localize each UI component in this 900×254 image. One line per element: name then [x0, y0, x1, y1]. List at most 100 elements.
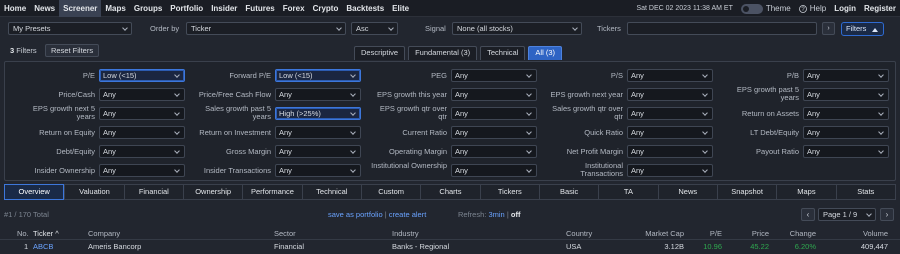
register-link[interactable]: Register: [864, 4, 896, 13]
col-sector[interactable]: Sector: [274, 229, 296, 238]
nav-elite[interactable]: Elite: [388, 0, 413, 17]
filter-select-eps-growth-past-5-years[interactable]: Any: [803, 88, 889, 101]
tickers-label: Tickers: [597, 24, 621, 33]
page-select[interactable]: Page 1 / 9: [818, 208, 876, 221]
signal-select[interactable]: None (all stocks): [452, 22, 582, 35]
col-change[interactable]: Change: [790, 229, 816, 238]
table-row[interactable]: 1 ABCB Ameris Bancorp Financial Banks - …: [0, 241, 900, 254]
save-as-portfolio-link[interactable]: save as portfolio: [328, 210, 383, 219]
results-links: save as portfolio | create alert: [328, 210, 426, 219]
filter-select-payout-ratio[interactable]: Any: [803, 145, 889, 158]
help-link[interactable]: ? Help: [798, 4, 827, 13]
nav-backtests[interactable]: Backtests: [342, 0, 388, 17]
datetime: Sat DEC 02 2023 11:38 AM ET: [636, 5, 733, 12]
view-tab-charts[interactable]: Charts: [420, 184, 480, 200]
view-tab-custom[interactable]: Custom: [360, 184, 421, 200]
filter-value: Any: [807, 71, 820, 80]
filter-select-return-on-assets[interactable]: Any: [803, 107, 889, 120]
view-tab-news[interactable]: News: [657, 184, 717, 200]
refresh-off-link[interactable]: off: [511, 210, 521, 219]
results-bar: #1 / 170 Total save as portfolio | creat…: [0, 204, 900, 224]
col-ticker[interactable]: Ticker ^: [33, 229, 59, 238]
nav-insider[interactable]: Insider: [207, 0, 241, 17]
nav-home[interactable]: Home: [0, 0, 30, 17]
view-tab-valuation[interactable]: Valuation: [64, 184, 124, 200]
filters-toggle-button[interactable]: Filters: [841, 22, 884, 36]
chevron-down-icon: [572, 25, 578, 31]
tab-descriptive[interactable]: Descriptive: [354, 46, 406, 60]
nav-maps[interactable]: Maps: [101, 0, 129, 17]
nav-groups[interactable]: Groups: [130, 0, 166, 17]
col-country[interactable]: Country: [566, 229, 592, 238]
chevron-down-icon: [388, 25, 394, 31]
cell-ticker[interactable]: ABCB: [33, 242, 53, 251]
theme-toggle[interactable]: Theme: [740, 3, 791, 14]
filter-select-lt-debt-equity[interactable]: Any: [803, 126, 889, 139]
order-by-select[interactable]: Ticker: [186, 22, 346, 35]
col-company[interactable]: Company: [88, 229, 120, 238]
filter-label-forward-p-e: Forward P/E: [229, 71, 271, 80]
chevron-down-icon: [878, 91, 884, 97]
chevron-down-icon: [878, 148, 884, 154]
cell-country[interactable]: USA: [566, 242, 581, 251]
col-volume[interactable]: Volume: [863, 229, 888, 238]
tickers-input[interactable]: [627, 22, 817, 35]
col-industry[interactable]: Industry: [392, 229, 419, 238]
filter-label-price-cash: Price/Cash: [58, 90, 95, 99]
help-label: Help: [809, 4, 827, 13]
view-tab-overview[interactable]: Overview: [4, 184, 65, 200]
presets-value: My Presets: [13, 24, 51, 33]
reset-filters-button[interactable]: Reset Filters: [45, 44, 100, 57]
filter-value: Any: [103, 166, 116, 175]
theme-switch-icon[interactable]: [740, 3, 763, 14]
nav-news[interactable]: News: [30, 0, 59, 17]
col-price[interactable]: Price: [752, 229, 769, 238]
presets-select[interactable]: My Presets: [8, 22, 132, 35]
tab-all[interactable]: All (3): [528, 46, 562, 60]
cell-company[interactable]: Ameris Bancorp: [88, 242, 141, 251]
view-tab-technical[interactable]: Technical: [301, 184, 361, 200]
create-alert-link[interactable]: create alert: [389, 210, 427, 219]
filter-select-p-b[interactable]: Any: [803, 69, 889, 82]
filter-label-eps-growth-qtr-over-qtr: EPS growth qtr over qtr: [379, 104, 447, 121]
view-tab-snapshot[interactable]: Snapshot: [716, 184, 777, 200]
signal-value: None (all stocks): [457, 24, 513, 33]
nav-forex[interactable]: Forex: [279, 0, 309, 17]
nav-crypto[interactable]: Crypto: [309, 0, 343, 17]
tab-technical[interactable]: Technical: [480, 46, 526, 60]
prev-page-button[interactable]: ‹: [801, 208, 815, 221]
col-no[interactable]: No.: [17, 229, 29, 238]
chevron-down-icon: [122, 25, 128, 31]
chevron-down-icon: [702, 167, 708, 173]
order-direction-select[interactable]: Asc: [351, 22, 398, 35]
col-pe[interactable]: P/E: [710, 229, 722, 238]
tickers-go-button[interactable]: ›: [822, 22, 835, 35]
filter-select-institutional-transactions[interactable]: Any: [627, 164, 713, 177]
refresh-interval-link[interactable]: 3min: [488, 210, 504, 219]
filter-tabs: Descriptive Fundamental (3) Technical Al…: [354, 46, 562, 60]
next-page-button[interactable]: ›: [880, 208, 894, 221]
filter-value: Any: [455, 90, 468, 99]
filter-value: Any: [631, 166, 644, 175]
view-tab-performance[interactable]: Performance: [242, 184, 302, 200]
view-tab-tickers[interactable]: Tickers: [479, 184, 539, 200]
refresh-separator: |: [506, 210, 509, 219]
login-link[interactable]: Login: [834, 4, 856, 13]
view-tab-ownership[interactable]: Ownership: [182, 184, 243, 200]
cell-industry[interactable]: Banks - Regional: [392, 242, 449, 251]
help-icon: ?: [798, 4, 807, 13]
tab-fundamental[interactable]: Fundamental (3): [408, 46, 478, 60]
nav-screener[interactable]: Screener: [59, 0, 102, 17]
filter-label-return-on-assets: Return on Assets: [741, 109, 799, 118]
view-tab-basic[interactable]: Basic: [538, 184, 599, 200]
nav-futures[interactable]: Futures: [241, 0, 278, 17]
links-separator: |: [384, 210, 387, 219]
nav-portfolio[interactable]: Portfolio: [166, 0, 207, 17]
view-tab-stats[interactable]: Stats: [835, 184, 896, 200]
view-tab-maps[interactable]: Maps: [776, 184, 836, 200]
cell-sector[interactable]: Financial: [274, 242, 304, 251]
cell-volume: 409,447: [860, 242, 888, 251]
view-tab-financial[interactable]: Financial: [123, 184, 183, 200]
view-tab-ta[interactable]: TA: [598, 184, 658, 200]
col-market-cap[interactable]: Market Cap: [645, 229, 684, 238]
